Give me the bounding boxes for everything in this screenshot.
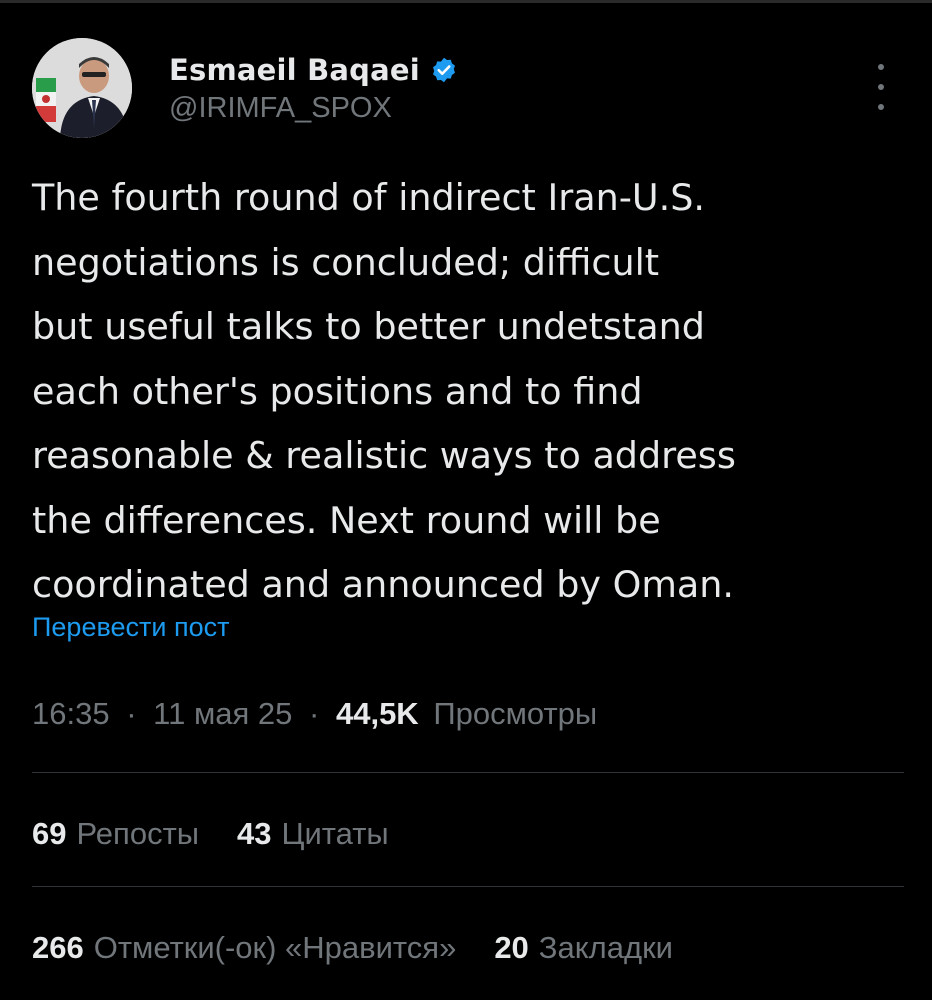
likes-count: 266 (32, 930, 84, 965)
divider (32, 886, 904, 887)
quotes-count: 43 (237, 816, 272, 851)
bookmarks-label: Закладки (538, 930, 673, 965)
tweet-text-line: each other's positions and to find (32, 369, 643, 413)
divider (32, 772, 904, 773)
reposts-count: 69 (32, 816, 67, 851)
tweet-header: Esmaeil Baqaei @IRIMFA_SPOX (32, 38, 902, 138)
stats-row-likes-bookmarks: 266 Отметки(-ок) «Нравится» 20 Закладки (32, 930, 711, 966)
author-display-name[interactable]: Esmaeil Baqaei (169, 53, 420, 87)
tweet-text: The fourth round of indirect Iran-U.S. n… (32, 166, 902, 618)
author-name-row: Esmaeil Baqaei (169, 48, 458, 92)
tweet-text-line: The fourth round of indirect Iran-U.S. (32, 176, 705, 219)
likes-label: Отметки(-ок) «Нравится» (93, 930, 457, 965)
author-handle[interactable]: @IRIMFA_SPOX (169, 92, 392, 125)
translate-post-link[interactable]: Перевести пост (32, 612, 229, 643)
tweet-meta: 16:35 · 11 мая 25 · 44,5K Просмотры (32, 696, 597, 732)
tweet-time[interactable]: 16:35 (32, 696, 110, 731)
views-label: Просмотры (433, 696, 598, 731)
reposts-label: Репосты (76, 816, 200, 851)
more-vertical-icon[interactable] (875, 64, 887, 110)
verified-badge-icon (430, 56, 458, 84)
tweet-text-line: but useful talks to better undetstand (32, 305, 705, 348)
views-count: 44,5K (335, 696, 419, 731)
bookmarks-stat[interactable]: 20 Закладки (494, 930, 673, 966)
tweet-date[interactable]: 11 мая 25 (153, 696, 292, 731)
tweet-text-line: the differences. Next round will be (32, 498, 661, 542)
top-border (0, 0, 932, 3)
reposts-stat[interactable]: 69 Репосты (32, 816, 199, 852)
tweet-text-line: coordinated and announced by Oman. (32, 563, 735, 606)
tweet-text-line: negotiations is concluded; difficult (32, 240, 660, 284)
bookmarks-count: 20 (494, 930, 529, 965)
meta-separator: · (309, 696, 320, 731)
likes-stat[interactable]: 266 Отметки(-ок) «Нравится» (32, 930, 456, 966)
avatar[interactable] (32, 38, 132, 138)
meta-separator: · (126, 696, 137, 731)
avatar-image (32, 38, 132, 138)
tweet-text-line: reasonable & realistic ways to address (32, 434, 736, 477)
quotes-stat[interactable]: 43 Цитаты (237, 816, 389, 852)
quotes-label: Цитаты (281, 816, 389, 851)
stats-row-reposts-quotes: 69 Репосты 43 Цитаты (32, 816, 427, 852)
